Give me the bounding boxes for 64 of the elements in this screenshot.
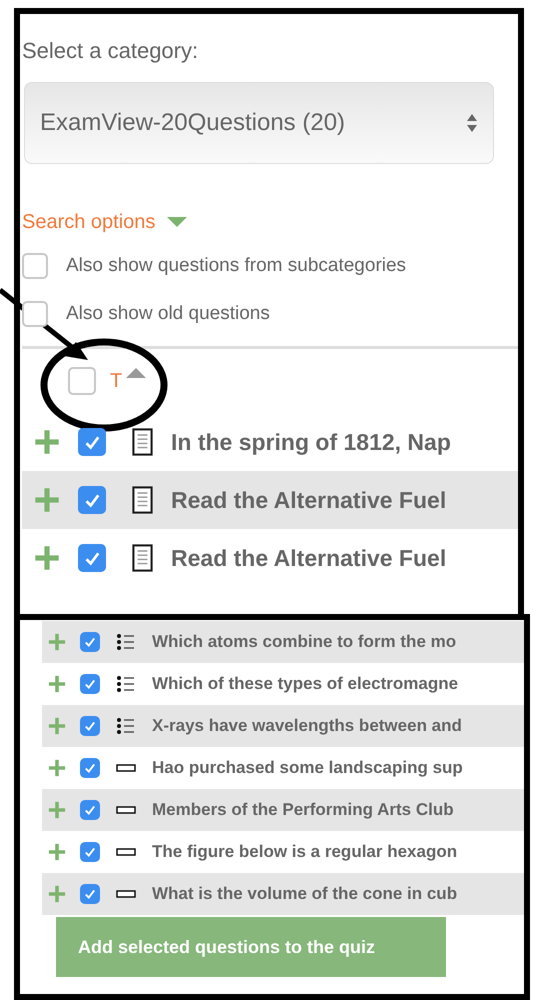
sort-column-header[interactable]: T (110, 366, 122, 396)
question-text: The figure below is a regular hexagon (152, 841, 458, 864)
checkmark-icon (84, 550, 100, 566)
plus-icon[interactable] (48, 717, 66, 735)
category-label: Select a category: (22, 40, 200, 62)
checkmark-icon (84, 636, 96, 648)
category-select[interactable]: ExamView-20Questions (20) (24, 82, 494, 164)
caret-icon (167, 217, 188, 227)
question-text: X-rays have wavelengths between and (152, 715, 462, 738)
checkbox[interactable] (80, 632, 100, 652)
checkmark-icon (84, 846, 96, 858)
document-icon (132, 486, 153, 514)
plus-icon[interactable] (34, 429, 60, 455)
checkbox[interactable] (80, 674, 100, 694)
document-icon (132, 544, 153, 572)
option-label: Also show old questions (66, 302, 270, 326)
checkbox[interactable] (78, 486, 106, 514)
checkbox[interactable] (80, 884, 100, 904)
list-icon (116, 716, 136, 736)
plus-icon[interactable] (34, 545, 60, 571)
option-label: Also show questions from subcategories (66, 254, 406, 278)
checkbox[interactable] (80, 800, 100, 820)
question-text: Read the Alternative Fuel (171, 486, 446, 515)
plus-icon[interactable] (48, 675, 66, 693)
question-text: Which of these types of electromagne (152, 673, 458, 696)
checkmark-icon (84, 678, 96, 690)
question-row[interactable]: Read the Alternative Fuel (22, 471, 518, 529)
checkbox[interactable] (22, 253, 48, 279)
list-icon (116, 632, 136, 652)
question-text: Hao purchased some landscaping sup (152, 757, 463, 780)
list-icon (116, 674, 136, 694)
checkbox[interactable] (80, 842, 100, 862)
question-row[interactable]: Members of the Performing Arts Club (42, 789, 524, 831)
plus-icon[interactable] (48, 843, 66, 861)
question-row[interactable]: What is the volume of the cone in cub (42, 873, 524, 915)
plus-icon[interactable] (48, 885, 66, 903)
add-questions-button[interactable]: Add selected questions to the quiz (56, 917, 446, 977)
question-row[interactable]: Which atoms combine to form the mo (42, 621, 524, 663)
question-text: What is the volume of the cone in cub (152, 883, 458, 906)
document-icon (132, 428, 153, 456)
plus-icon[interactable] (34, 487, 60, 513)
sort-up-icon[interactable] (126, 368, 146, 378)
checkmark-icon (84, 804, 96, 816)
plus-icon[interactable] (48, 759, 66, 777)
checkbox[interactable] (78, 428, 106, 456)
select-arrows-icon (466, 112, 478, 134)
checkmark-icon (84, 492, 100, 508)
question-text: Members of the Performing Arts Club (152, 799, 454, 822)
question-text: Which atoms combine to form the mo (152, 631, 456, 654)
checkmark-icon (84, 720, 96, 732)
checkmark-icon (84, 762, 96, 774)
question-text: Read the Alternative Fuel (171, 544, 446, 573)
checkmark-icon (84, 888, 96, 900)
checkbox[interactable] (68, 367, 96, 395)
checkbox[interactable] (78, 544, 106, 572)
search-options-toggle[interactable]: Search options (22, 212, 518, 232)
checkmark-icon (84, 434, 100, 450)
question-text: In the spring of 1812, Nap (171, 428, 451, 457)
plus-icon[interactable] (48, 633, 66, 651)
checkbox[interactable] (80, 758, 100, 778)
question-row[interactable]: X-rays have wavelengths between and (42, 705, 524, 747)
plus-icon[interactable] (48, 801, 66, 819)
checkbox[interactable] (22, 301, 48, 327)
checkbox[interactable] (80, 716, 100, 736)
